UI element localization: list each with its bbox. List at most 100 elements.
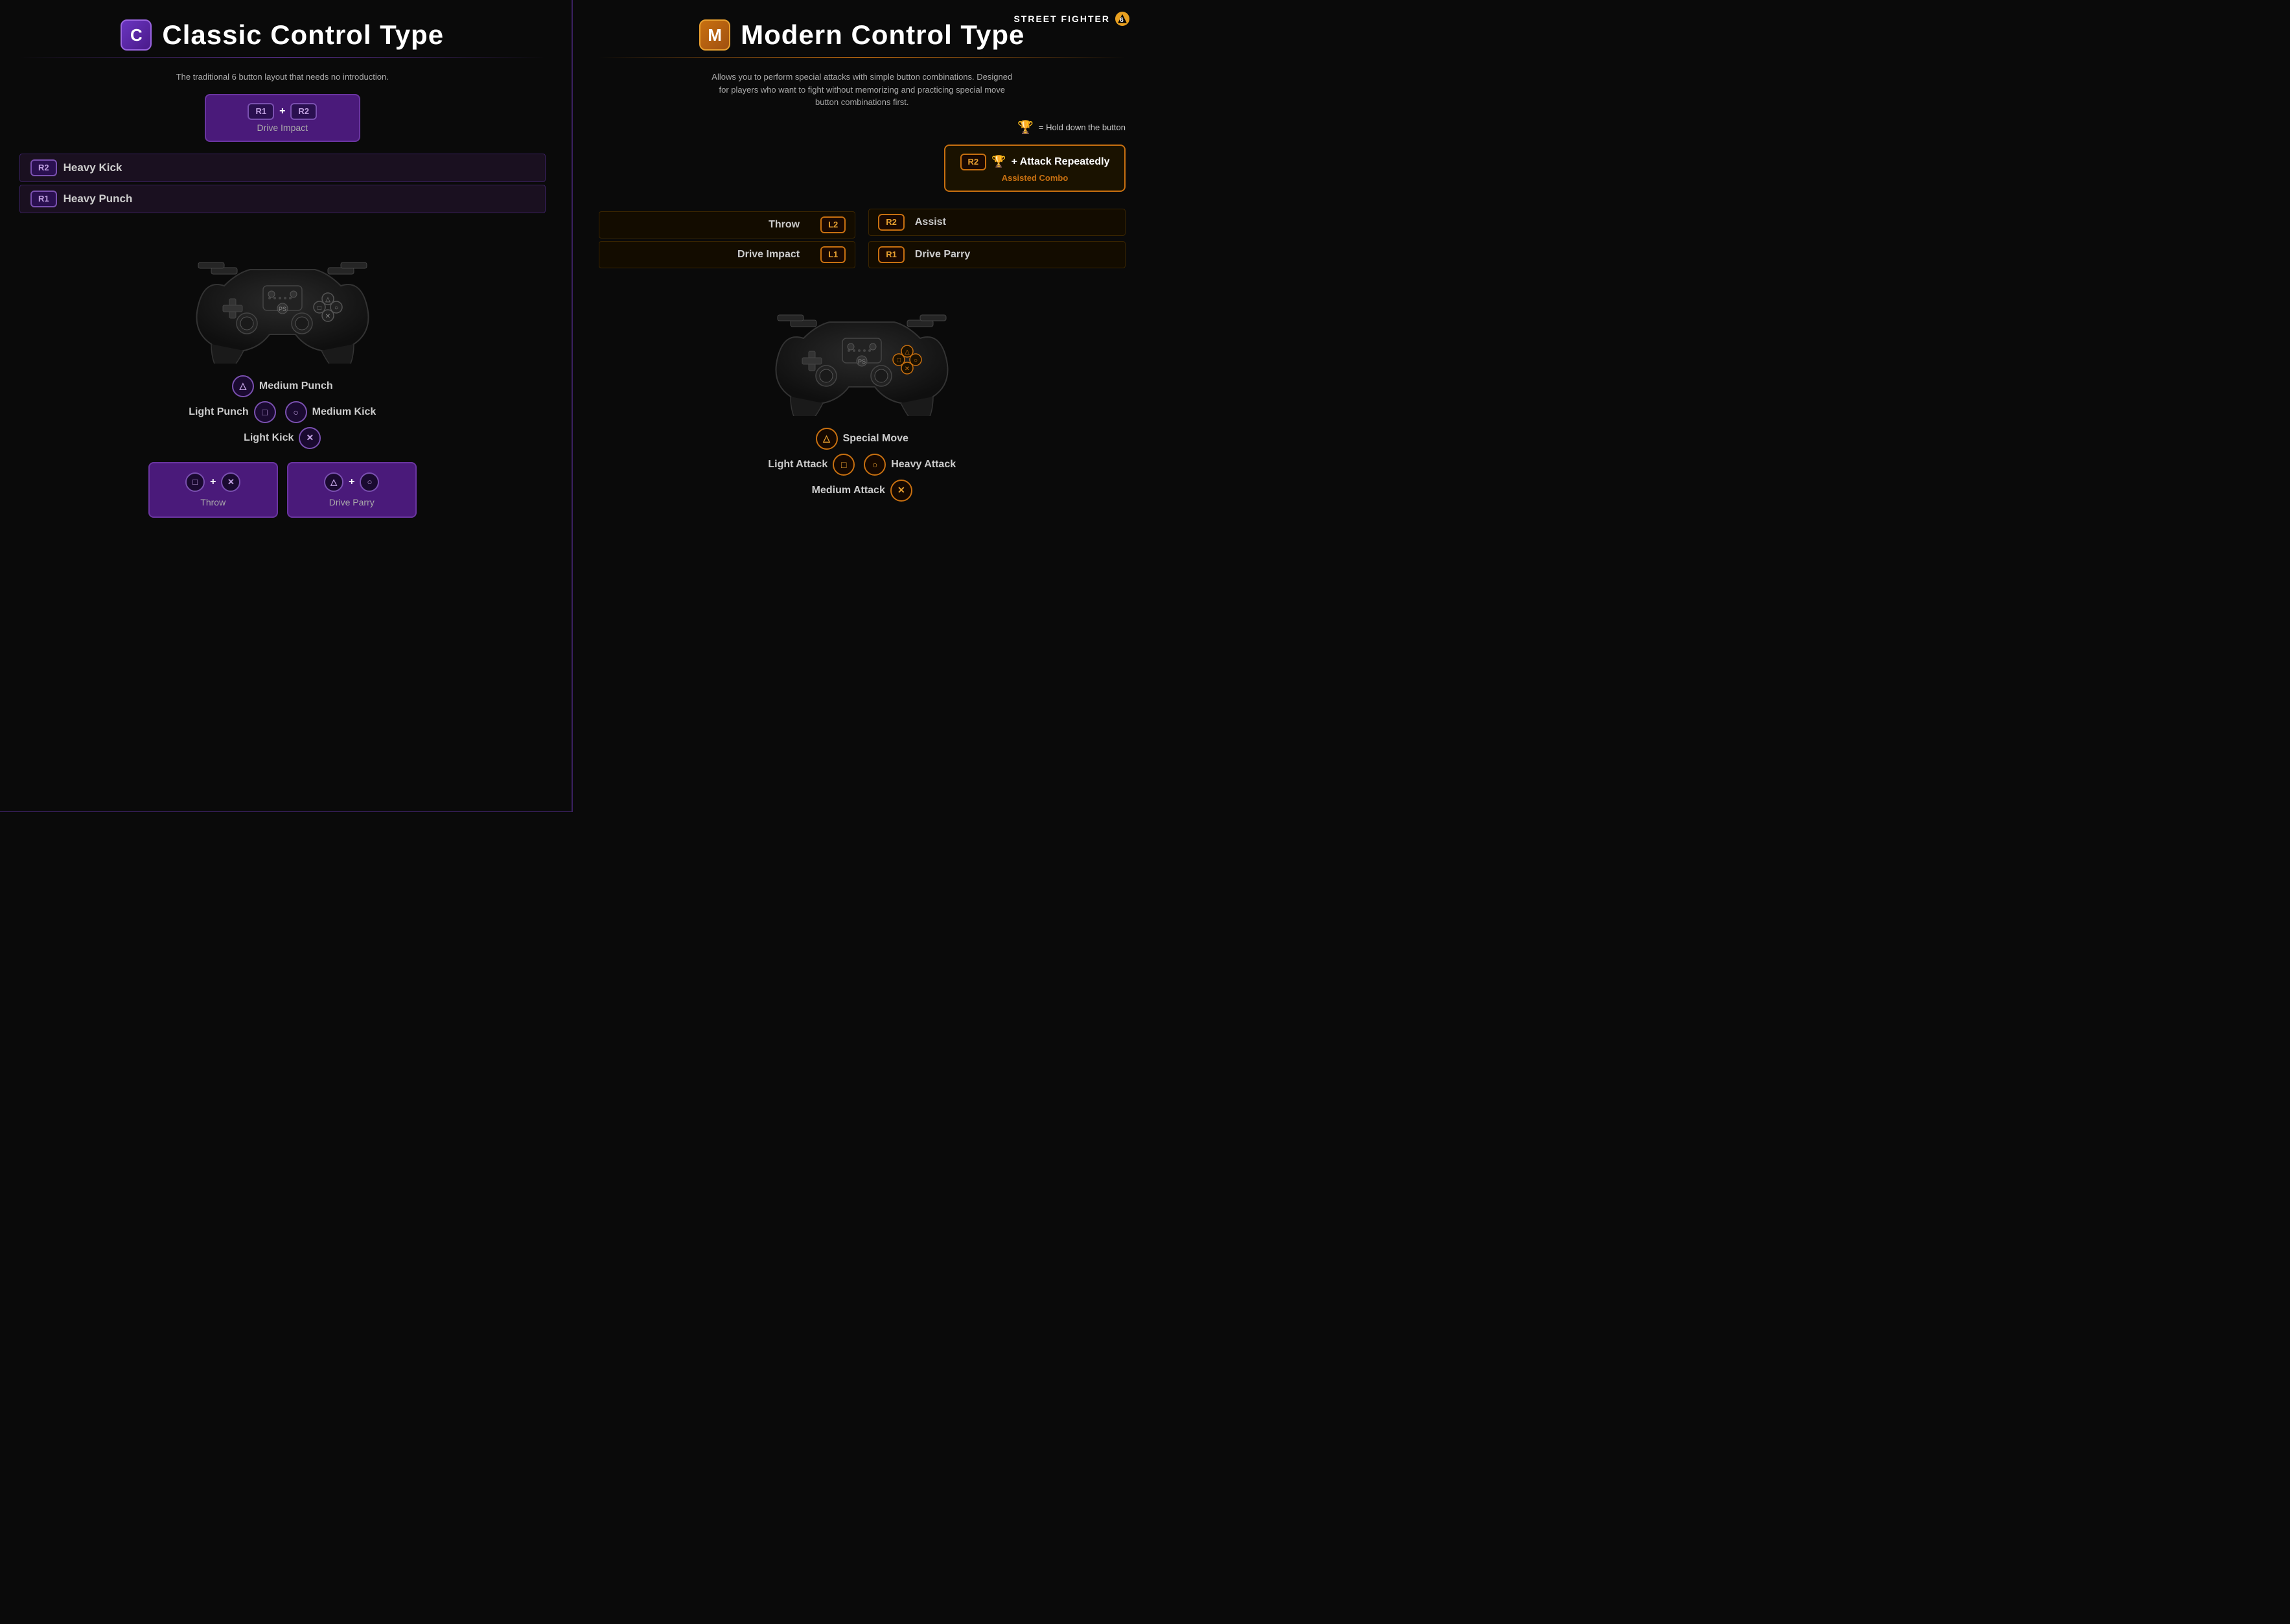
assisted-combo-row: R2 🏆 + Attack Repeatedly [958, 154, 1111, 170]
throw-plus: + [210, 476, 216, 488]
assisted-R2-badge: R2 [960, 154, 987, 170]
classic-cross-row: Light Kick ✕ [19, 427, 546, 449]
drive-impact-badge-L1: L1 [820, 246, 846, 263]
light-punch-label: Light Punch [189, 406, 248, 418]
svg-text:PS: PS [858, 358, 866, 365]
modern-square-icon: □ [833, 454, 855, 476]
hold-note: 🏆 = Hold down the button [1017, 119, 1126, 135]
drive-parry-badge-R1: R1 [878, 246, 905, 263]
parry-plus: + [349, 476, 354, 488]
classic-description: The traditional 6 button layout that nee… [176, 71, 389, 84]
classic-trigger-badge-1: R1 [30, 191, 57, 207]
page-layout: C Classic Control Type The traditional 6… [0, 0, 1145, 812]
modern-medium-attack: Medium Attack ✕ [812, 480, 912, 502]
svg-text:○: ○ [914, 357, 918, 364]
drive-parry-combo-icons: △ + ○ [299, 472, 405, 492]
modern-description: Allows you to perform special attacks wi… [706, 71, 1017, 109]
modern-btn-map: △ Special Move Light Attack □ ○ Heavy At… [599, 428, 1126, 502]
svg-text:□: □ [318, 305, 321, 312]
drive-impact-combo-row: R1 + R2 [226, 103, 340, 120]
plus-sign-1: + [279, 106, 285, 117]
classic-throw-combo: □ + ✕ Throw [148, 462, 278, 518]
classic-divider [19, 57, 546, 58]
modern-light-attack: Light Attack □ [768, 454, 855, 476]
throw-badge-L2: L2 [820, 216, 846, 233]
classic-trigger-row-1: R1 Heavy Punch [19, 185, 546, 213]
special-move-label: Special Move [843, 433, 908, 445]
classic-medium-kick: ○ Medium Kick [285, 401, 376, 423]
classic-controller-svg: PS △ □ ○ ✕ [185, 234, 380, 364]
trophy-icon-2: 🏆 [991, 155, 1006, 168]
classic-trigger-controls: R2 Heavy Kick R1 Heavy Punch [19, 154, 546, 216]
throw-x-icon: ✕ [221, 472, 240, 492]
modern-assist-row: R2 Assist [868, 209, 1126, 236]
heavy-attack-label: Heavy Attack [891, 459, 956, 470]
trophy-icon: 🏆 [1017, 119, 1034, 135]
classic-trigger-badge-0: R2 [30, 159, 57, 176]
svg-text:□: □ [897, 357, 901, 364]
classic-triangle-row: △ Medium Punch [19, 375, 546, 397]
cross-icon: ✕ [299, 427, 321, 449]
parry-circle-icon: ○ [360, 472, 379, 492]
classic-drive-parry-combo: △ + ○ Drive Parry [287, 462, 417, 518]
throw-label-modern: Throw [769, 219, 800, 231]
classic-trigger-row-0: R2 Heavy Kick [19, 154, 546, 182]
assisted-combo-box: R2 🏆 + Attack Repeatedly Assisted Combo [944, 145, 1126, 192]
assisted-combo-sub: Assisted Combo [958, 173, 1111, 183]
classic-light-punch: Light Punch □ [189, 401, 275, 423]
classic-trigger-label-0: Heavy Kick [64, 161, 122, 174]
modern-panel: M Modern Control Type Allows you to perf… [573, 0, 1146, 812]
drive-parry-label: Drive Parry [299, 497, 405, 507]
throw-combo-icons: □ + ✕ [160, 472, 266, 492]
throw-sq-icon: □ [185, 472, 205, 492]
classic-light-kick: Light Kick ✕ [244, 427, 321, 449]
modern-right-controls: R2 🏆 + Attack Repeatedly Assisted Combo … [868, 145, 1126, 268]
modern-cross-icon: ✕ [890, 480, 912, 502]
modern-throw-row: Throw L2 [599, 211, 856, 238]
drive-impact-combo-box: R1 + R2 Drive Impact [205, 94, 360, 142]
svg-text:△: △ [325, 296, 330, 303]
throw-label: Throw [160, 497, 266, 507]
circle-icon: ○ [285, 401, 307, 423]
assisted-combo-label: + Attack Repeatedly [1012, 156, 1110, 168]
light-kick-label: Light Kick [244, 432, 294, 444]
modern-header: M Modern Control Type [599, 19, 1126, 51]
classic-bottom-combos: □ + ✕ Throw △ + ○ Drive Parry [19, 462, 546, 518]
classic-panel: C Classic Control Type The traditional 6… [0, 0, 573, 812]
modern-drive-parry-row: R1 Drive Parry [868, 241, 1126, 268]
modern-left-controls: Throw L2 Drive Impact L1 [599, 145, 856, 268]
svg-text:✕: ✕ [905, 365, 910, 373]
modern-triangle-row: △ Special Move [599, 428, 1126, 450]
svg-text:○: ○ [334, 305, 338, 312]
drive-parry-label-modern: Drive Parry [915, 249, 970, 261]
modern-controller: PS △ □ ○ ✕ [758, 280, 966, 423]
drive-impact-btn1: R1 [248, 103, 274, 120]
parry-tri-icon: △ [324, 472, 343, 492]
modern-special-move: △ Special Move [816, 428, 908, 450]
medium-punch-label: Medium Punch [259, 380, 333, 392]
modern-badge: M [699, 19, 730, 51]
hold-note-text: = Hold down the button [1039, 122, 1126, 132]
classic-header: C Classic Control Type [19, 19, 546, 51]
drive-impact-btn2: R2 [290, 103, 317, 120]
modern-heavy-attack: ○ Heavy Attack [864, 454, 956, 476]
modern-divider [599, 57, 1126, 58]
modern-drive-impact-row: Drive Impact L1 [599, 241, 856, 268]
drive-impact-label-modern: Drive Impact [737, 249, 800, 261]
modern-triangle-icon: △ [816, 428, 838, 450]
modern-title: Modern Control Type [741, 19, 1024, 51]
classic-title: Classic Control Type [162, 19, 444, 51]
svg-text:△: △ [905, 349, 910, 356]
modern-circle-icon: ○ [864, 454, 886, 476]
classic-badge: C [121, 19, 152, 51]
square-icon: □ [254, 401, 276, 423]
svg-text:PS: PS [279, 306, 286, 312]
triangle-icon: △ [232, 375, 254, 397]
classic-sq-circle-row: Light Punch □ ○ Medium Kick [19, 401, 546, 423]
medium-kick-label: Medium Kick [312, 406, 376, 418]
drive-impact-label: Drive Impact [226, 122, 340, 133]
classic-medium-punch: △ Medium Punch [232, 375, 333, 397]
medium-attack-label: Medium Attack [812, 485, 885, 496]
classic-controller: PS △ □ ○ ✕ [179, 227, 386, 370]
classic-btn-map: △ Medium Punch Light Punch □ ○ Medium Ki… [19, 375, 546, 449]
